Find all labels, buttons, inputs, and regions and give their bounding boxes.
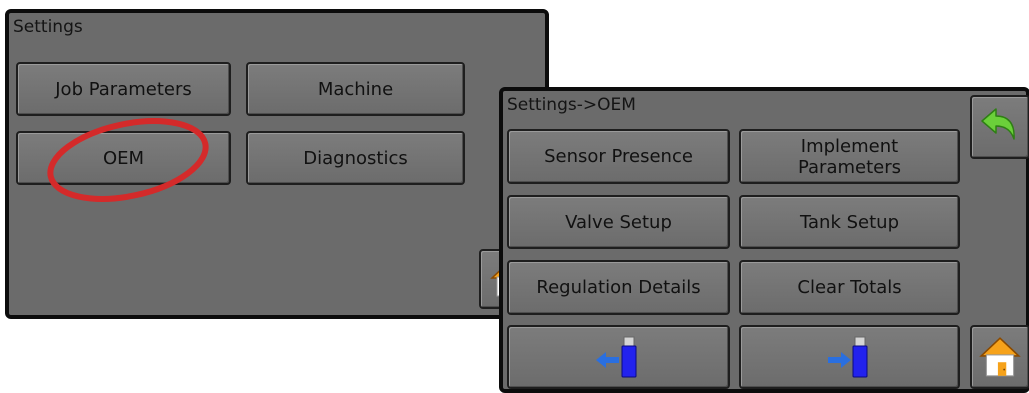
usb-export-button[interactable]	[739, 325, 960, 389]
job-parameters-button[interactable]: Job Parameters	[16, 62, 231, 116]
home-icon	[977, 334, 1023, 380]
settings-panel: Settings Job Parameters Machine OEM Diag…	[5, 9, 549, 319]
page-title: Settings	[13, 17, 83, 37]
implement-parameters-button[interactable]: Implement Parameters	[739, 129, 960, 184]
usb-import-button[interactable]	[507, 325, 730, 389]
oem-settings-panel: Settings->OEM Sensor Presence Implement …	[499, 87, 1029, 393]
page-title: Settings->OEM	[507, 95, 636, 115]
home-button[interactable]	[970, 325, 1029, 389]
usb-export-icon	[823, 333, 877, 381]
tank-setup-button[interactable]: Tank Setup	[739, 195, 960, 249]
sensor-presence-button[interactable]: Sensor Presence	[507, 129, 730, 184]
regulation-details-button[interactable]: Regulation Details	[507, 260, 730, 315]
back-arrow-icon	[980, 105, 1020, 149]
diagnostics-button[interactable]: Diagnostics	[246, 131, 465, 185]
machine-button[interactable]: Machine	[246, 62, 465, 116]
valve-setup-button[interactable]: Valve Setup	[507, 195, 730, 249]
oem-button[interactable]: OEM	[16, 131, 231, 185]
clear-totals-button[interactable]: Clear Totals	[739, 260, 960, 315]
usb-import-icon	[592, 333, 646, 381]
back-button[interactable]	[970, 95, 1029, 159]
